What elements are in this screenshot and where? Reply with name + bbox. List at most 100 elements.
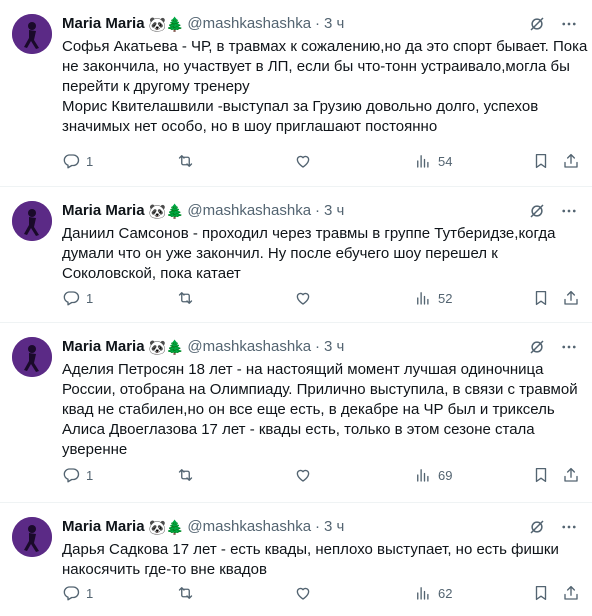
author-name[interactable]: Maria Maria [62, 337, 145, 357]
reply-count: 1 [86, 153, 94, 169]
like-button[interactable] [294, 466, 312, 484]
tweet-header-actions [528, 337, 578, 357]
retweet-button[interactable] [176, 152, 195, 170]
separator-dot: · [315, 202, 321, 219]
tweet-header: Maria Maria 🐼🌲 @mashkashashka · 3 ч [62, 517, 578, 537]
author-handle[interactable]: @mashkashashka [187, 337, 311, 357]
tweet-text-line: Морис Квителашвили -выступал за Грузию д… [62, 98, 539, 115]
bookmark-button[interactable] [532, 466, 550, 484]
tweet-text-line: значимых нет особо, но в шоу приглашают … [62, 118, 438, 135]
author-emoji: 🐼🌲 [148, 16, 184, 32]
more-icon[interactable] [560, 338, 578, 356]
author-handle[interactable]: @mashkashashka [187, 517, 311, 537]
separator-dot: · [315, 15, 321, 32]
author-handle[interactable]: @mashkashashka [187, 14, 311, 34]
tweet-text-line: накосячить где-то вне квадов [62, 561, 267, 578]
like-button[interactable] [294, 152, 312, 170]
tweet-actions: 1 69 [62, 465, 578, 485]
timestamp[interactable]: 3 ч [324, 517, 344, 537]
retweet-button[interactable] [176, 584, 195, 602]
tweet-text: Софья Акатьева - ЧР, в травмах к сожален… [62, 37, 588, 137]
tweet-text: Даниил Самсонов - проходил через травмы … [62, 224, 578, 284]
share-button[interactable] [562, 466, 580, 484]
timeline-feed: Maria Maria 🐼🌲 @mashkashashka · 3 ч Софь… [0, 0, 592, 616]
like-button[interactable] [294, 584, 312, 602]
timestamp[interactable]: 3 ч [324, 337, 344, 357]
tweet-header-actions [528, 14, 578, 34]
tweet-text: Аделия Петросян 18 лет - на настоящий мо… [62, 360, 578, 460]
tweet-text-line: Даниил Самсонов - проходил через травмы … [62, 225, 556, 242]
reply-count: 1 [86, 290, 94, 306]
timestamp[interactable]: 3 ч [324, 14, 344, 34]
author-handle[interactable]: @mashkashashka [187, 201, 311, 221]
bookmark-button[interactable] [532, 584, 550, 602]
grok-icon[interactable] [528, 202, 546, 220]
views-button[interactable]: 54 [414, 152, 452, 170]
views-button[interactable]: 69 [414, 466, 452, 484]
tweet-header: Maria Maria 🐼🌲 @mashkashashka · 3 ч [62, 14, 578, 34]
avatar[interactable] [12, 337, 52, 377]
timestamp[interactable]: 3 ч [324, 201, 344, 221]
reply-button[interactable]: 1 [62, 152, 93, 170]
tweet-actions: 1 52 [62, 288, 578, 308]
share-button[interactable] [562, 152, 580, 170]
tweet-text-line: уверенне [62, 441, 128, 458]
tweet[interactable]: Maria Maria 🐼🌲 @mashkashashka · 3 ч Адел… [0, 323, 592, 503]
more-icon[interactable] [560, 15, 578, 33]
tweet[interactable]: Maria Maria 🐼🌲 @mashkashashka · 3 ч Дани… [0, 187, 592, 323]
tweet[interactable]: Maria Maria 🐼🌲 @mashkashashka · 3 ч Софь… [0, 0, 592, 187]
avatar[interactable] [12, 14, 52, 54]
share-button[interactable] [562, 289, 580, 307]
views-button[interactable]: 52 [414, 289, 452, 307]
views-count: 69 [438, 467, 453, 483]
like-button[interactable] [294, 289, 312, 307]
reply-button[interactable]: 1 [62, 289, 93, 307]
more-icon[interactable] [560, 202, 578, 220]
author-emoji: 🐼🌲 [148, 339, 184, 355]
views-button[interactable]: 62 [414, 584, 452, 602]
share-button[interactable] [562, 584, 580, 602]
tweet[interactable]: Maria Maria 🐼🌲 @mashkashashka · 3 ч Дарь… [0, 503, 592, 616]
author-name[interactable]: Maria Maria [62, 201, 145, 221]
bookmark-button[interactable] [532, 289, 550, 307]
grok-icon[interactable] [528, 518, 546, 536]
reply-button[interactable]: 1 [62, 466, 93, 484]
grok-icon[interactable] [528, 15, 546, 33]
tweet-text-line: Дарья Садкова 17 лет - есть квады, непло… [62, 541, 559, 558]
tweet-text-line: Софья Акатьева - ЧР, в травмах к сожален… [62, 38, 588, 55]
tweet-text-line: думали что он уже закончил. Ну после ебу… [62, 245, 498, 262]
tweet-text-line: перейти к другому тренеру [62, 78, 250, 95]
author-name[interactable]: Maria Maria [62, 517, 145, 537]
retweet-button[interactable] [176, 466, 195, 484]
avatar[interactable] [12, 201, 52, 241]
separator-dot: · [315, 518, 321, 535]
tweet-header: Maria Maria 🐼🌲 @mashkashashka · 3 ч [62, 337, 578, 357]
views-count: 54 [438, 153, 453, 169]
tweet-text-line: не закончила, но участвует в ЛП, если бы… [62, 58, 570, 75]
bookmark-button[interactable] [532, 152, 550, 170]
separator-dot: · [315, 338, 321, 355]
more-icon[interactable] [560, 518, 578, 536]
views-count: 62 [438, 585, 453, 601]
tweet-text-line: Соколовской, пока катает [62, 265, 241, 282]
grok-icon[interactable] [528, 338, 546, 356]
tweet-header-actions [528, 517, 578, 537]
tweet-actions: 1 54 [62, 151, 578, 171]
author-emoji: 🐼🌲 [148, 203, 184, 219]
views-count: 52 [438, 290, 453, 306]
tweet-text-line: России, отобрана на Олимпиаду. Прилично … [62, 381, 578, 398]
tweet-header: Maria Maria 🐼🌲 @mashkashashka · 3 ч [62, 201, 578, 221]
retweet-button[interactable] [176, 289, 195, 307]
author-name[interactable]: Maria Maria [62, 14, 145, 34]
avatar[interactable] [12, 517, 52, 557]
author-emoji: 🐼🌲 [148, 519, 184, 535]
reply-button[interactable]: 1 [62, 584, 93, 602]
tweet-actions: 1 62 [62, 583, 578, 603]
tweet-text-line: Алиса Двоеглазова 17 лет - квады есть, т… [62, 421, 535, 438]
reply-count: 1 [86, 467, 94, 483]
reply-count: 1 [86, 585, 94, 601]
tweet-text-line: Аделия Петросян 18 лет - на настоящий мо… [62, 361, 544, 378]
tweet-text: Дарья Садкова 17 лет - есть квады, непло… [62, 540, 578, 580]
tweet-header-actions [528, 201, 578, 221]
tweet-text-line: квад не стабилен,но он все еще есть, в д… [62, 401, 555, 418]
